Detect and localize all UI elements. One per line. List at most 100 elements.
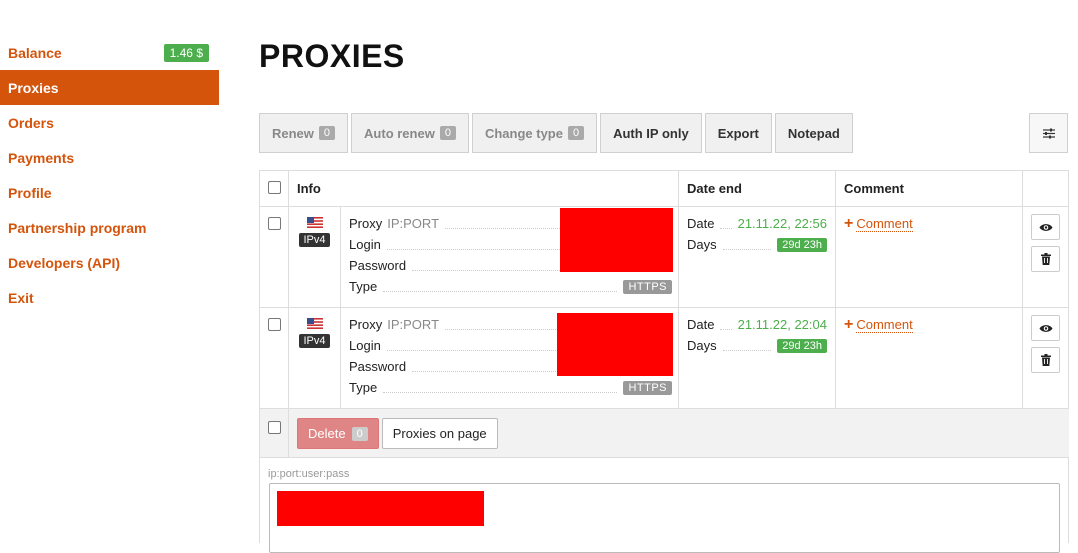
type-line: Type HTTPS [349,377,672,398]
us-flag-icon [306,217,323,228]
date-line: Date 21.11.22, 22:04 [687,314,827,335]
type-label: Type [349,380,378,395]
toolbar: Renew 0 Auto renew 0 Change type 0 Auth … [259,113,853,153]
view-button[interactable] [1031,315,1060,341]
delete-row-button[interactable] [1031,246,1060,272]
info-header: Info [288,170,679,207]
days-label: Days [687,237,717,252]
select-all-checkbox[interactable] [268,180,281,194]
date-value: 21.11.22, 22:04 [737,317,827,332]
add-comment-link[interactable]: Comment [856,317,913,333]
sidebar-item-developers[interactable]: Developers (API) [0,245,219,280]
date-cell: Date 21.11.22, 22:56 Days 29d 23h [678,206,836,308]
table-header-row: Info Date end Comment [259,170,1069,207]
notepad-button[interactable]: Notepad [774,113,853,153]
change-type-button[interactable]: Change type 0 [471,113,598,153]
sidebar-item-label: Proxies [8,79,59,96]
sidebar-item-label: Payments [8,149,75,166]
sidebar-item-balance[interactable]: Balance 1.46 $ [0,35,219,70]
dotted-leader [383,383,618,393]
columns-settings-button[interactable] [1029,113,1068,153]
dotted-leader [722,240,772,250]
date-line: Date 21.11.22, 22:56 [687,213,827,234]
table-row: IPv4 Proxy IP:PORT Login Password Type HTT… [259,206,1069,308]
sidebar-item-label: Orders [8,114,54,131]
sidebar-item-proxies[interactable]: Proxies [0,70,219,105]
row-select-cell [259,206,289,308]
date-value: 21.11.22, 22:56 [737,216,827,231]
dotted-leader [383,282,618,292]
login-label: Login [349,338,381,353]
ip-version-badge: IPv4 [299,334,330,348]
actions-header [1022,170,1069,207]
proxies-per-page-button[interactable]: Proxies on page [381,418,498,449]
sidebar-item-label: Partnership program [8,219,147,236]
type-line: Type HTTPS [349,276,672,297]
renew-button[interactable]: Renew 0 [259,113,349,153]
delete-row-button[interactable] [1031,347,1060,373]
sidebar-item-profile[interactable]: Profile [0,175,219,210]
sidebar-item-partnership[interactable]: Partnership program [0,210,219,245]
days-badge: 29d 23h [777,237,827,252]
comment-header: Comment [835,170,1023,207]
footer-select-cell [259,408,289,458]
dotted-leader [720,320,732,330]
row-checkbox[interactable] [268,318,281,331]
date-label: Date [687,317,715,332]
sliders-icon [1042,128,1055,138]
plus-icon: + [844,316,854,333]
eye-icon [1039,324,1052,332]
sidebar-item-label: Balance [8,44,62,61]
trash-icon [1040,253,1051,265]
password-label: Password [349,359,407,374]
redacted-export-content [277,491,484,526]
table-row: IPv4 Proxy IP:PORT Login Password Type HTT… [259,307,1069,409]
plus-icon: + [844,215,854,232]
auth-ip-only-button[interactable]: Auth IP only [600,113,702,153]
date-cell: Date 21.11.22, 22:04 Days 29d 23h [678,307,836,409]
flag-cell: IPv4 [288,307,341,409]
sidebar-item-label: Profile [8,184,52,201]
proxy-hint: IP:PORT [387,317,440,332]
dotted-leader [722,341,772,351]
footer-select-all-checkbox[interactable] [268,421,281,434]
row-select-cell [259,307,289,409]
eye-icon [1039,223,1052,231]
auto-renew-count: 0 [439,126,456,140]
view-button[interactable] [1031,214,1060,240]
delete-label: Delete [308,426,346,441]
trash-icon [1040,354,1051,366]
sidebar-item-exit[interactable]: Exit [0,280,219,315]
info-cell: Proxy IP:PORT Login Password Type HTTPS [340,307,679,409]
actions-cell [1022,206,1069,308]
bulk-actions-cell: Delete 0 Proxies on page [288,408,1069,458]
export-panel: ip:port:user:pass [259,458,1069,553]
ip-version-badge: IPv4 [299,233,330,247]
date-end-header: Date end [678,170,836,207]
export-format-label: ip:port:user:pass [268,468,350,480]
date-label: Date [687,216,715,231]
dotted-leader [720,219,732,229]
sidebar-item-payments[interactable]: Payments [0,140,219,175]
type-label: Type [349,279,378,294]
bulk-actions-row: Delete 0 Proxies on page [259,408,1069,458]
redacted-credentials [560,208,673,272]
auto-renew-button[interactable]: Auto renew 0 [351,113,469,153]
add-comment-link[interactable]: Comment [856,216,913,232]
balance-badge: 1.46 $ [163,43,209,62]
comment-cell: + Comment [835,307,1023,409]
delete-selected-button[interactable]: Delete 0 [297,418,379,449]
export-button[interactable]: Export [704,113,772,153]
delete-count: 0 [351,426,368,441]
proxies-table: Info Date end Comment IPv4 Proxy IP:PORT … [259,170,1069,458]
redacted-credentials [557,313,673,376]
proxy-hint: IP:PORT [387,216,440,231]
type-badge: HTTPS [623,279,672,294]
select-all-cell [259,170,289,207]
row-checkbox[interactable] [268,217,281,230]
type-badge: HTTPS [623,380,672,395]
days-line: Days 29d 23h [687,335,827,356]
sidebar-item-orders[interactable]: Orders [0,105,219,140]
page-title: PROXIES [259,38,405,74]
days-label: Days [687,338,717,353]
